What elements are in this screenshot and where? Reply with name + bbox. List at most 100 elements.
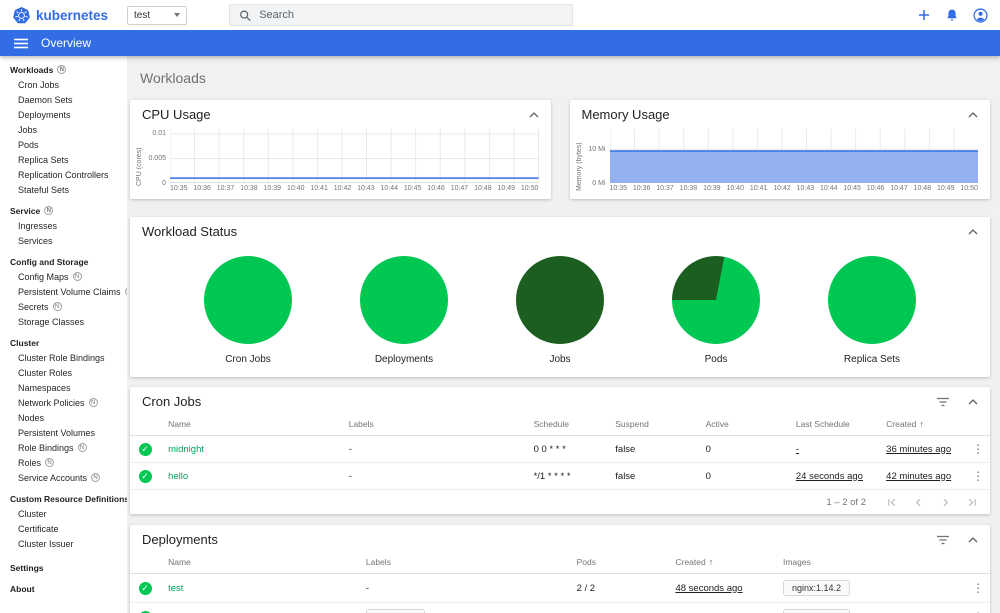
- first-page-icon[interactable]: [886, 497, 897, 508]
- sidebar-item-pods[interactable]: Pods: [0, 137, 127, 152]
- workload-status-pie-cron-jobs: Cron Jobs: [204, 256, 292, 365]
- cron-job-name-link[interactable]: midnight: [168, 444, 204, 455]
- column-header-name[interactable]: Name: [160, 552, 358, 574]
- sidebar-item-secrets[interactable]: Secrets N: [0, 299, 127, 314]
- namespace-select[interactable]: test: [127, 5, 187, 25]
- hamburger-menu-icon[interactable]: [14, 38, 28, 49]
- sidebar-item-roles[interactable]: Roles N: [0, 455, 127, 470]
- sidebar-item-persistent-volumes[interactable]: Persistent Volumes: [0, 425, 127, 440]
- x-tick-label: 10:47: [450, 185, 469, 192]
- row-menu-kebab-icon[interactable]: ⋮: [972, 469, 984, 483]
- column-header-created[interactable]: Created ↑: [878, 414, 965, 436]
- chevron-right-icon[interactable]: [940, 497, 951, 508]
- user-account-icon[interactable]: [972, 7, 988, 23]
- sidebar-item-stateful-sets[interactable]: Stateful Sets: [0, 182, 127, 197]
- notifications-bell-icon[interactable]: [944, 7, 960, 23]
- deployments-table: Name Labels Pods Created ↑ Images ✓ test -2 / 24…: [130, 552, 990, 613]
- sidebar-group-settings[interactable]: Settings: [0, 560, 127, 575]
- sidebar-item-namespaces[interactable]: Namespaces: [0, 380, 127, 395]
- sidebar-item-replication-controllers[interactable]: Replication Controllers: [0, 167, 127, 182]
- chevron-left-icon[interactable]: [913, 497, 924, 508]
- search-icon: [240, 9, 251, 21]
- sidebar-item-cluster-role-bindings[interactable]: Cluster Role Bindings: [0, 350, 127, 365]
- column-header-label: Name: [168, 419, 191, 429]
- page-title: Workloads: [140, 70, 206, 86]
- sidebar-item-cluster-roles[interactable]: Cluster Roles: [0, 365, 127, 380]
- deployment-name-link[interactable]: test: [168, 583, 183, 594]
- column-header-name[interactable]: Name: [160, 414, 341, 436]
- kubernetes-brand[interactable]: kubernetes: [12, 6, 127, 25]
- sidebar-item-deployments[interactable]: Deployments: [0, 107, 127, 122]
- sidebar-item-cron-jobs[interactable]: Cron Jobs: [0, 77, 127, 92]
- column-header-label: Pods: [576, 557, 596, 567]
- column-header-images[interactable]: Images: [774, 552, 965, 574]
- sidebar-item-jobs[interactable]: Jobs: [0, 122, 127, 137]
- sidebar-item-services[interactable]: Services: [0, 233, 127, 248]
- sidebar-item-config-maps[interactable]: Config Maps N: [0, 269, 127, 284]
- column-header-suspend[interactable]: Suspend: [607, 414, 698, 436]
- sidebar-item-role-bindings[interactable]: Role Bindings N: [0, 440, 127, 455]
- column-header-last-schedule[interactable]: Last Schedule: [787, 414, 879, 436]
- cell-pods: 2 / 2: [568, 573, 668, 603]
- column-header-label: Last Schedule: [795, 419, 850, 429]
- collapse-chevron-up-icon[interactable]: [968, 536, 978, 543]
- column-header-created[interactable]: Created ↑: [667, 552, 775, 574]
- sidebar-item-cluster[interactable]: Cluster: [0, 506, 127, 521]
- sidebar-item-label: Config Maps: [18, 271, 69, 282]
- search-bar[interactable]: [229, 4, 573, 26]
- collapse-chevron-up-icon[interactable]: [529, 111, 539, 118]
- collapse-chevron-up-icon[interactable]: [968, 398, 978, 405]
- workload-status-pies: Cron Jobs Deployments Jobs Pods Replica Sets: [130, 244, 990, 377]
- cron-job-name-link[interactable]: hello: [168, 471, 188, 482]
- column-header-label: Schedule: [533, 419, 570, 429]
- pie-label: Replica Sets: [843, 354, 901, 365]
- sidebar-item-service-accounts[interactable]: Service Accounts N: [0, 470, 127, 485]
- sidebar-item-replica-sets[interactable]: Replica Sets: [0, 152, 127, 167]
- workload-status-card: Workload Status Cron Jobs Deployments Jobs…: [130, 217, 990, 377]
- sidebar-item-label: Pods: [18, 139, 39, 150]
- x-tick-label: 10:38: [240, 185, 258, 192]
- pie-label: Pods: [704, 354, 728, 365]
- column-header-active[interactable]: Active: [697, 414, 788, 436]
- column-header-labels[interactable]: Labels: [340, 414, 526, 436]
- pie-label: Cron Jobs: [225, 354, 271, 365]
- sidebar-item-label: Replication Controllers: [18, 169, 109, 180]
- namespace-value: test: [134, 9, 151, 21]
- sidebar-group-config-and-storage[interactable]: Config and Storage: [0, 254, 127, 269]
- search-input[interactable]: [259, 9, 563, 21]
- sidebar-group-service[interactable]: Service N: [0, 203, 127, 218]
- filter-icon[interactable]: [936, 397, 950, 407]
- column-header-pods[interactable]: Pods: [568, 552, 668, 574]
- collapse-chevron-up-icon[interactable]: [968, 228, 978, 235]
- sidebar-item-label: Nodes: [18, 412, 45, 423]
- column-header-menu: [964, 414, 990, 436]
- sidebar-item-label: Roles: [18, 457, 42, 468]
- sidebar-item-certificate[interactable]: Certificate: [0, 521, 127, 536]
- column-header-label: Name: [168, 557, 191, 567]
- sidebar-item-daemon-sets[interactable]: Daemon Sets: [0, 92, 127, 107]
- sidebar-item-ingresses[interactable]: Ingresses: [0, 218, 127, 233]
- cpu-usage-card-title: CPU Usage: [142, 107, 211, 122]
- sidebar-item-network-policies[interactable]: Network Policies N: [0, 395, 127, 410]
- sidebar-group-label: Cluster: [10, 337, 40, 348]
- column-header-menu: [964, 552, 990, 574]
- x-tick-label: 10:35: [170, 185, 188, 192]
- pie-label: Jobs: [549, 354, 571, 365]
- sidebar-group-about[interactable]: About: [0, 581, 127, 596]
- sidebar-item-storage-classes[interactable]: Storage Classes: [0, 314, 127, 329]
- create-plus-icon[interactable]: [916, 7, 932, 23]
- column-header-schedule[interactable]: Schedule: [525, 414, 608, 436]
- sidebar-group-custom-resource-definitions[interactable]: Custom Resource Definitions: [0, 491, 127, 506]
- last-page-icon[interactable]: [967, 497, 978, 508]
- sidebar-item-persistent-volume-claims[interactable]: Persistent Volume ClaimsN: [0, 284, 127, 299]
- sidebar-group-cluster[interactable]: Cluster: [0, 335, 127, 350]
- collapse-chevron-up-icon[interactable]: [968, 111, 978, 118]
- column-header-labels[interactable]: Labels: [357, 552, 569, 574]
- sidebar-group-label: Settings: [10, 562, 44, 573]
- sidebar-group-workloads[interactable]: Workloads N: [0, 62, 127, 77]
- row-menu-kebab-icon[interactable]: ⋮: [972, 581, 984, 595]
- row-menu-kebab-icon[interactable]: ⋮: [972, 442, 984, 456]
- sidebar-item-nodes[interactable]: Nodes: [0, 410, 127, 425]
- filter-icon[interactable]: [936, 535, 950, 545]
- sidebar-item-cluster-issuer[interactable]: Cluster Issuer: [0, 536, 127, 551]
